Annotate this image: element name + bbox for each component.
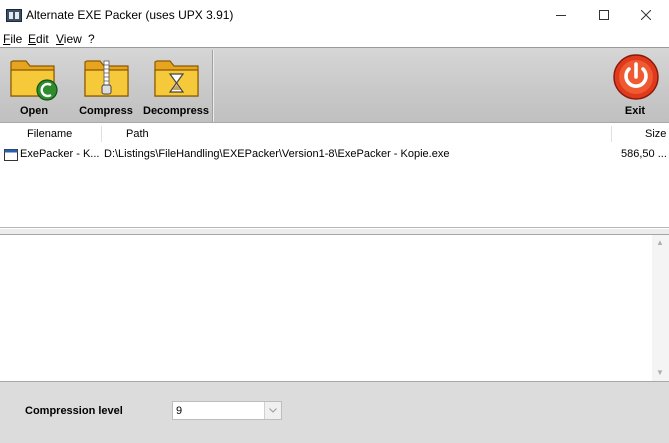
- column-header-filename[interactable]: Filename: [27, 128, 72, 140]
- menu-help[interactable]: ?: [88, 32, 95, 46]
- exit-button[interactable]: Exit: [606, 52, 664, 117]
- minimize-button[interactable]: [538, 0, 584, 30]
- column-divider[interactable]: [101, 126, 102, 142]
- cell-size: 586,50 ...: [621, 148, 667, 160]
- log-area[interactable]: ▲ ▼: [0, 235, 669, 381]
- cell-filename: ExePacker - K...: [20, 148, 100, 160]
- menu-file-label: ile: [10, 32, 23, 46]
- menu-view-label: iew: [63, 32, 82, 46]
- exit-label: Exit: [624, 105, 646, 117]
- compression-level-value: 9: [176, 405, 183, 417]
- dropdown-button[interactable]: [264, 402, 281, 419]
- table-row[interactable]: ExePacker - K... D:\Listings\FileHandlin…: [0, 146, 669, 164]
- column-divider[interactable]: [611, 126, 612, 142]
- compress-label: Compress: [79, 105, 133, 117]
- menu-view[interactable]: View: [56, 32, 82, 46]
- open-button[interactable]: Open: [6, 52, 62, 117]
- menu-edit-key: E: [28, 32, 37, 46]
- menu-edit-label: dit: [36, 32, 49, 46]
- menu-help-label: ?: [88, 32, 95, 46]
- open-label: Open: [19, 105, 49, 117]
- maximize-button[interactable]: [581, 0, 627, 30]
- menu-bar: File Edit View ?: [0, 30, 669, 47]
- scroll-down-arrow-icon[interactable]: ▼: [656, 368, 664, 377]
- chevron-down-icon: [269, 408, 277, 413]
- title-bar[interactable]: Alternate EXE Packer (uses UPX 3.91): [0, 0, 669, 30]
- maximize-icon: [599, 10, 609, 20]
- window-title: Alternate EXE Packer (uses UPX 3.91): [26, 8, 234, 22]
- toolbar: Open Compress Decompress Exit: [0, 47, 669, 123]
- column-header-path[interactable]: Path: [126, 128, 149, 140]
- decompress-label: Decompress: [143, 105, 210, 117]
- exe-file-icon: [4, 149, 18, 161]
- app-icon: [6, 9, 22, 22]
- compression-level-select[interactable]: 9: [172, 401, 282, 420]
- vertical-scrollbar[interactable]: ▲ ▼: [652, 235, 669, 381]
- cell-path: D:\Listings\FileHandling\EXEPacker\Versi…: [104, 148, 450, 160]
- decompress-button[interactable]: Decompress: [143, 52, 209, 117]
- compression-level-label: Compression level: [25, 405, 123, 417]
- file-list[interactable]: Filename Path Size ExePacker - K... D:\L…: [0, 124, 669, 228]
- column-header-size[interactable]: Size: [645, 128, 666, 140]
- menu-edit[interactable]: Edit: [28, 32, 49, 46]
- close-icon: [641, 10, 651, 20]
- scroll-up-arrow-icon[interactable]: ▲: [656, 238, 664, 247]
- minimize-icon: [556, 15, 566, 16]
- folder-open-icon: [10, 60, 58, 101]
- power-icon: [613, 54, 659, 100]
- toolbar-separator: [212, 50, 214, 122]
- compress-button[interactable]: Compress: [76, 52, 136, 117]
- folder-zip-icon: [84, 60, 129, 97]
- bottom-panel: Compression level 9: [0, 381, 669, 443]
- close-button[interactable]: [623, 0, 669, 30]
- menu-view-key: V: [56, 32, 64, 46]
- menu-file[interactable]: File: [3, 32, 22, 46]
- list-header: Filename Path Size: [0, 124, 669, 144]
- folder-hourglass-icon: [154, 60, 199, 97]
